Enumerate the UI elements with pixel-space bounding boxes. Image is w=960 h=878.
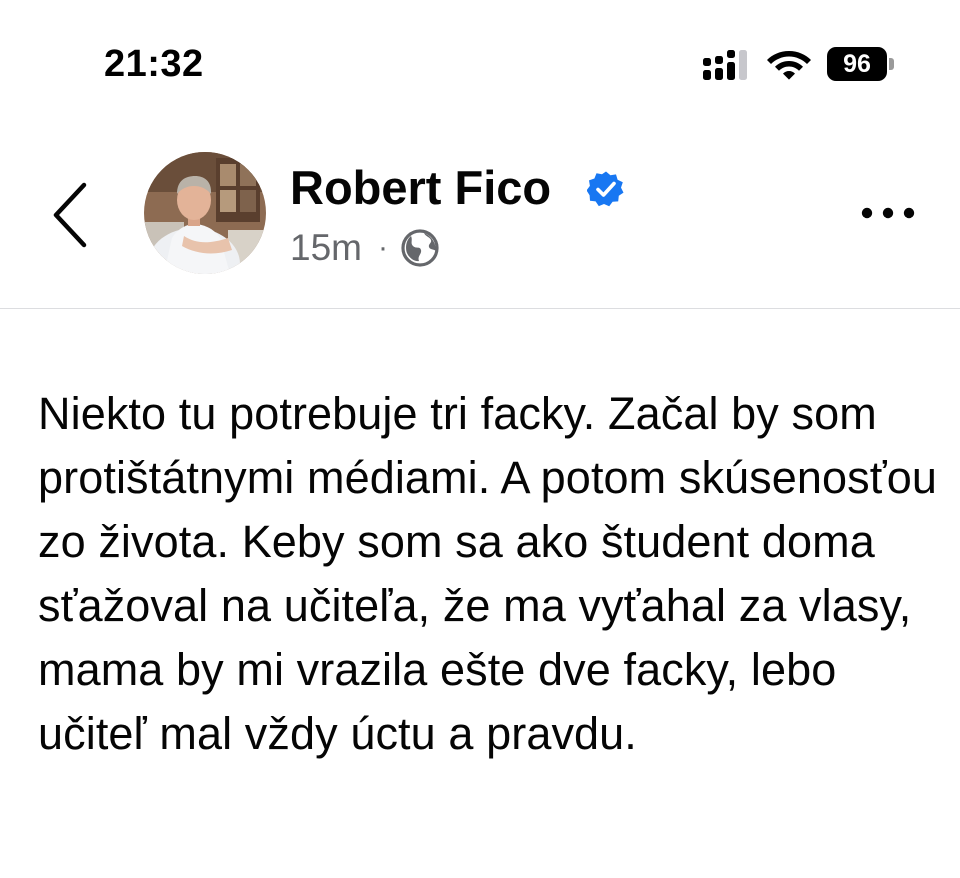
status-bar: 21:32 96 [0,0,960,120]
more-horizontal-icon [861,207,915,219]
post-meta: 15m · [290,226,440,270]
chevron-left-icon [53,182,87,248]
globe-icon[interactable] [400,228,440,268]
meta-separator: · [377,231,388,264]
wifi-icon [767,51,811,80]
author-name[interactable]: Robert Fico [290,160,551,216]
more-options-button[interactable] [858,198,918,228]
status-time: 21:32 [104,43,204,85]
battery-level: 96 [843,50,871,78]
back-button[interactable] [40,175,100,255]
cellular-signal-icon [703,50,747,80]
post-header: Robert Fico 15m · [0,130,960,308]
battery-cap [889,58,894,70]
avatar-image [144,152,266,274]
header-divider [0,308,960,309]
post-time[interactable]: 15m [290,226,362,270]
battery-indicator: 96 [827,47,895,81]
verified-badge-icon [587,171,624,207]
author-avatar[interactable] [144,152,266,274]
post-text: Niekto tu potrebuje tri facky. Začal by … [38,388,937,759]
